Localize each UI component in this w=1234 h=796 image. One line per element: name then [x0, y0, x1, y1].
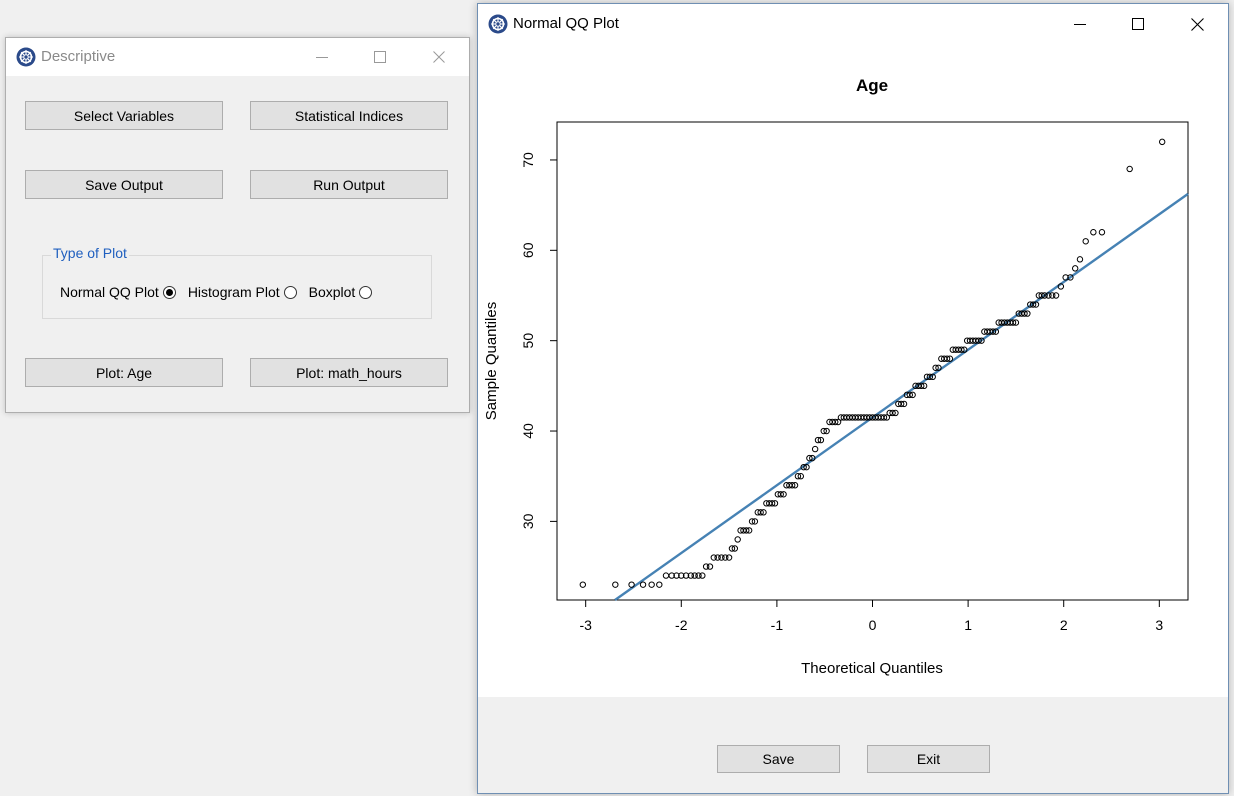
minimize-button[interactable] [293, 38, 351, 76]
data-point [648, 581, 655, 588]
data-point [734, 536, 741, 543]
qq-plot-area: Age Theoretical Quantiles Sample Quantil… [478, 44, 1228, 697]
exit-button[interactable]: Exit [867, 745, 990, 773]
close-button[interactable] [1168, 4, 1226, 44]
normal-qq-plot-label: Normal QQ Plot [60, 284, 159, 300]
run-output-button[interactable]: Run Output [250, 170, 448, 199]
data-point [628, 581, 635, 588]
qq-title-bar[interactable]: Normal QQ Plot [478, 4, 1228, 44]
y-tick-label: 60 [520, 242, 536, 258]
qq-button-bar [478, 697, 1228, 793]
qq-chart: Age Theoretical Quantiles Sample Quantil… [483, 76, 1189, 677]
y-tick-label: 40 [520, 423, 536, 439]
normal-qq-plot-radio[interactable] [162, 285, 176, 299]
x-tick-label: 1 [964, 617, 972, 633]
maximize-button[interactable] [1109, 4, 1167, 44]
plot-border [556, 121, 1189, 601]
data-point [1090, 229, 1097, 236]
minimize-button[interactable] [1051, 4, 1109, 44]
data-point [1082, 238, 1089, 245]
data-point [662, 572, 670, 579]
x-tick-label: -2 [675, 617, 688, 633]
maximize-icon [1132, 18, 1144, 30]
data-point [1076, 256, 1084, 263]
plot-age-button[interactable]: Plot: Age [25, 358, 223, 387]
app-logo-icon [16, 47, 36, 67]
data-point [1052, 292, 1060, 299]
minimize-icon [1074, 24, 1086, 25]
plot-type-group-legend: Type of Plot [51, 245, 129, 261]
close-button[interactable] [410, 38, 468, 76]
qq-reference-line [614, 192, 1189, 601]
data-point [1071, 265, 1079, 272]
descriptive-window: Descriptive Select Variables Statistical… [5, 37, 470, 413]
x-tick-label: 3 [1155, 617, 1163, 633]
descriptive-window-title: Descriptive [41, 48, 116, 65]
x-tick-label: 0 [869, 617, 877, 633]
data-point [1126, 165, 1133, 173]
data-point [639, 581, 647, 588]
histogram-plot-label: Histogram Plot [187, 284, 280, 300]
y-tick-label: 70 [520, 152, 536, 168]
data-point [1158, 138, 1166, 146]
y-tick-label: 30 [520, 513, 536, 529]
data-point [579, 581, 587, 588]
boxplot-label: Boxplot [308, 284, 356, 300]
descriptive-title-bar[interactable]: Descriptive [6, 38, 469, 76]
histogram-plot-radio[interactable] [283, 285, 297, 299]
x-tick-label: -1 [771, 617, 784, 633]
maximize-icon [374, 51, 386, 63]
select-variables-button[interactable]: Select Variables [25, 101, 223, 130]
data-point [612, 581, 619, 588]
close-icon [1190, 17, 1204, 31]
app-logo-icon [488, 14, 508, 34]
plot-type-radio-row: Normal QQ Plot Histogram Plot Boxplot [60, 284, 384, 300]
maximize-button[interactable] [351, 38, 409, 76]
x-tick-label: 2 [1060, 617, 1068, 633]
save-output-button[interactable]: Save Output [25, 170, 223, 199]
qq-window-title: Normal QQ Plot [513, 15, 619, 32]
y-axis-label: Sample Quantiles [483, 302, 500, 420]
data-point [811, 445, 819, 453]
save-button[interactable]: Save [717, 745, 840, 773]
boxplot-radio[interactable] [359, 285, 373, 299]
statistical-indices-button[interactable]: Statistical Indices [250, 101, 448, 130]
minimize-icon [316, 57, 328, 58]
x-tick-label: -3 [579, 617, 592, 633]
qq-plot-window: Normal QQ Plot Age Theoretical Quantiles… [477, 3, 1229, 794]
chart-title: Age [856, 76, 888, 95]
close-icon [433, 51, 445, 63]
data-point [699, 572, 706, 579]
plot-math-hours-button[interactable]: Plot: math_hours [250, 358, 448, 387]
y-tick-label: 50 [520, 333, 536, 349]
data-point [706, 563, 714, 570]
data-point [656, 581, 663, 588]
data-point [1098, 229, 1106, 236]
data-point [725, 554, 733, 561]
x-axis-label: Theoretical Quantiles [801, 660, 943, 677]
